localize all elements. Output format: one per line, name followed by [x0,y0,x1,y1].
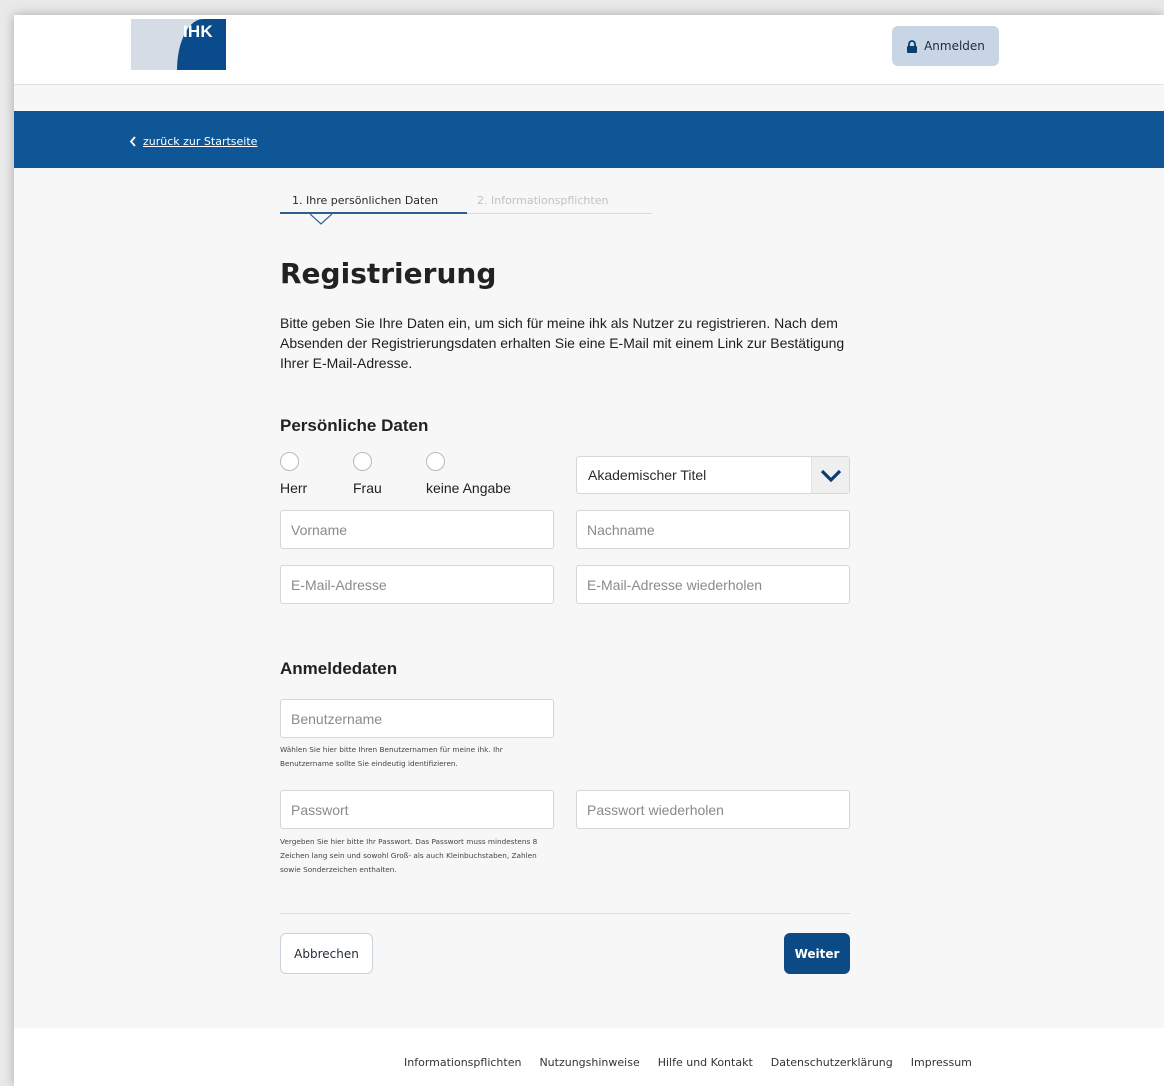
login-button[interactable]: Anmelden [892,26,999,66]
chevron-left-icon [129,136,136,147]
logo-text: IHK [183,22,213,41]
back-to-home-link[interactable]: zurück zur Startseite [129,135,257,148]
ihk-logo[interactable]: IHK [131,19,226,70]
next-button[interactable]: Weiter [784,933,850,974]
lock-icon [907,39,918,53]
cancel-button[interactable]: Abbrechen [280,933,373,974]
email-repeat-input[interactable] [576,565,850,604]
step-active-track [280,212,467,214]
username-hint: Wählen Sie hier bitte Ihren Benutzername… [280,745,503,768]
intro-text: Bitte geben Sie Ihre Daten ein, um sich … [280,315,845,371]
section-login-data-title: Anmeldedaten [280,659,398,678]
lastname-input[interactable] [576,510,850,549]
radio-frau[interactable]: Frau [353,452,382,496]
radio-herr[interactable]: Herr [280,452,307,496]
back-link-label: zurück zur Startseite [143,135,258,148]
academic-title-select[interactable]: Akademischer Titel [576,456,850,494]
login-button-label: Anmelden [924,39,985,53]
radio-label-frau: Frau [353,480,382,496]
step-information-duties: 2. Informationspflichten [477,194,609,207]
radio-label-herr: Herr [280,480,308,496]
firstname-input[interactable] [280,510,554,549]
academic-title-value: Akademischer Titel [588,467,707,483]
password-repeat-input[interactable] [576,790,850,829]
browser-page: IHK Anmelden zurück zur Startseite 1. Ih… [14,15,1164,1086]
top-bar: IHK Anmelden [14,15,1164,85]
radio-keine-angabe[interactable]: keine Angabe [426,452,511,496]
page-footer: Informationspflichten Nutzungshinweise H… [14,1028,1164,1086]
radio-label-keine-angabe: keine Angabe [426,480,511,496]
footer-link-privacy[interactable]: Datenschutzerklärung [771,1056,893,1069]
footer-link-imprint[interactable]: Impressum [911,1056,972,1069]
email-input[interactable] [280,565,554,604]
select-toggle[interactable] [811,457,849,493]
step-pointer-icon [310,213,332,225]
form-divider [280,913,850,914]
radio-circle[interactable] [353,452,372,471]
radio-circle[interactable] [426,452,445,471]
username-input[interactable] [280,699,554,738]
radio-circle[interactable] [280,452,299,471]
footer-link-information-duties[interactable]: Informationspflichten [404,1056,521,1069]
password-hint: Vergeben Sie hier bitte Ihr Passwort. Da… [280,837,538,874]
page-banner: zurück zur Startseite [14,111,1164,168]
page-title: Registrierung [280,257,497,290]
footer-link-help-contact[interactable]: Hilfe und Kontakt [658,1056,753,1069]
footer-link-usage-notes[interactable]: Nutzungshinweise [539,1056,639,1069]
password-input[interactable] [280,790,554,829]
chevron-down-icon [820,469,841,482]
step-personal-data[interactable]: 1. Ihre persönlichen Daten [292,194,438,207]
step-indicator: 1. Ihre persönlichen Daten 2. Informatio… [280,191,652,231]
footer-links: Informationspflichten Nutzungshinweise H… [404,1056,972,1069]
section-personal-data-title: Persönliche Daten [280,416,429,435]
